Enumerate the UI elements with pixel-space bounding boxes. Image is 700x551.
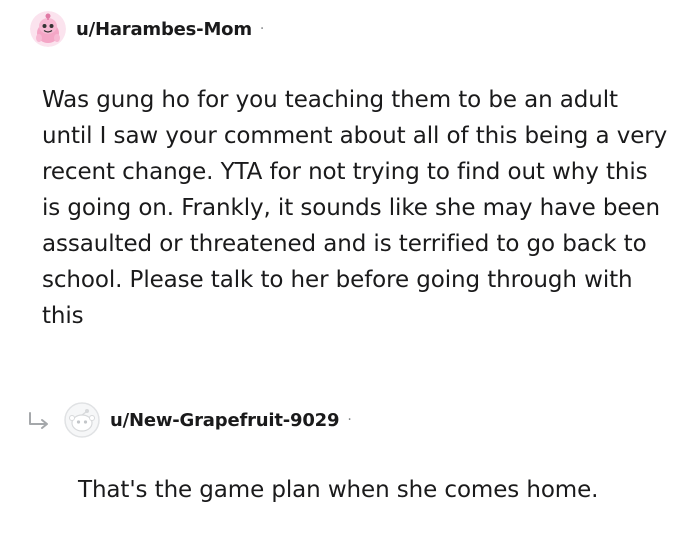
comment-username[interactable]: u/Harambes-Mom (76, 19, 252, 40)
comment-body: Was gung ho for you teaching them to be … (42, 87, 668, 329)
header-separator: · (259, 21, 265, 37)
snoo-pink-avatar-icon[interactable] (30, 11, 66, 47)
comment-header: u/Harambes-Mom · (30, 9, 264, 49)
reply-username[interactable]: u/New-Grapefruit-9029 (110, 410, 340, 431)
reply-header: u/New-Grapefruit-9029 · (26, 400, 352, 440)
reply-body: That's the game plan when she comes home… (78, 477, 599, 503)
reply-header-separator: · (347, 412, 352, 428)
reply-arrow-icon (29, 412, 48, 429)
default-snoo-avatar-icon[interactable] (64, 402, 100, 438)
